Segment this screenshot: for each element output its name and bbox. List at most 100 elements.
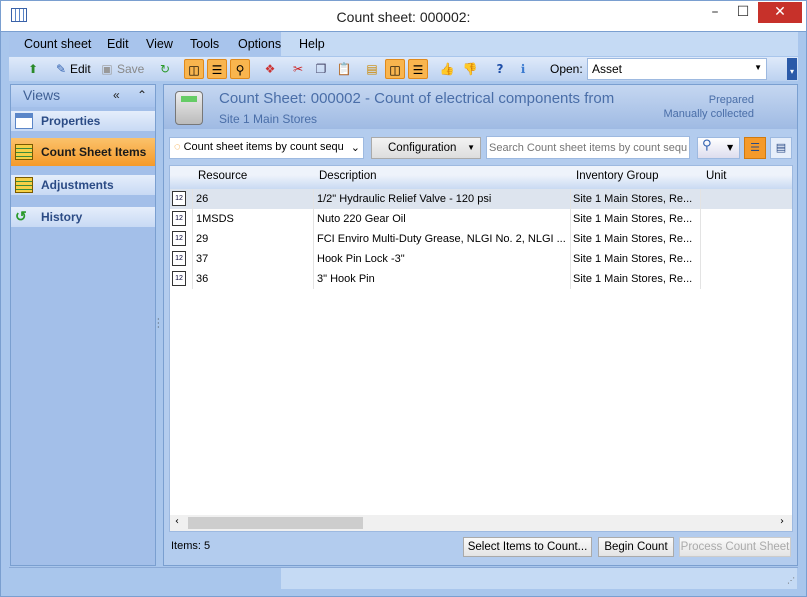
menu-help[interactable]: Help <box>299 37 325 51</box>
column-divider <box>570 189 571 209</box>
menu-edit[interactable]: Edit <box>107 37 129 51</box>
copy-icon[interactable]: ❐ <box>311 59 331 79</box>
paste-icon[interactable]: 📋 <box>334 59 354 79</box>
cell-description: 1/2" Hydraulic Relief Valve - 120 psi <box>317 193 492 205</box>
cut-icon[interactable]: ✂ <box>288 59 308 79</box>
views-item-adjustments[interactable]: Adjustments <box>11 175 155 195</box>
up-folder-icon[interactable]: ⬆ <box>23 59 43 79</box>
cell-description: Nuto 220 Gear Oil <box>317 213 406 225</box>
scroll-left-icon[interactable]: ‹ <box>175 516 179 527</box>
edit-button[interactable]: Edit <box>70 62 91 76</box>
view-select[interactable]: ◌ Count sheet items by count sequ ⌄ <box>169 137 364 159</box>
column-divider <box>700 269 701 289</box>
column-divider <box>192 229 193 249</box>
refresh-icon[interactable]: ↻ <box>155 59 175 79</box>
column-header-description[interactable]: Description <box>313 166 571 189</box>
collapse-up-icon[interactable]: ⌃ <box>137 88 147 102</box>
calculator-icon <box>175 91 203 125</box>
begin-count-button[interactable]: Begin Count <box>598 537 674 557</box>
menu-tools[interactable]: Tools <box>190 37 219 51</box>
search-button[interactable]: ⚲ ▼ <box>697 137 740 159</box>
configuration-button[interactable]: Configuration ▼ <box>371 137 481 159</box>
help-icon[interactable]: ? <box>490 59 510 79</box>
save-icon[interactable]: ▣ <box>97 59 117 79</box>
search-input[interactable] <box>486 136 690 159</box>
status-bar-panel <box>281 568 797 589</box>
main-panel: Count Sheet: 000002 - Count of electrica… <box>163 84 798 566</box>
views-item-properties[interactable]: Properties <box>11 111 155 131</box>
column-divider <box>313 249 314 269</box>
window-title: Count sheet: 000002: <box>336 9 471 25</box>
windows-icon[interactable]: ❖ <box>260 59 280 79</box>
info-icon[interactable]: ℹ <box>513 59 533 79</box>
chevron-down-icon: ▼ <box>467 143 475 152</box>
cell-inventory-group: Site 1 Main Stores, Re... <box>573 213 693 225</box>
menu-view[interactable]: View <box>146 37 173 51</box>
scrollbar-thumb[interactable] <box>188 517 363 529</box>
column-divider <box>700 189 701 209</box>
layout-columns-2-icon[interactable]: ◫ <box>385 59 405 79</box>
layout-rows-icon[interactable]: ☰ <box>207 59 227 79</box>
views-item-count-sheet-items[interactable]: Count Sheet Items <box>11 138 155 166</box>
minimize-button[interactable]: – <box>701 2 729 23</box>
chevron-down-icon: ⌄ <box>348 141 360 154</box>
horizontal-scrollbar[interactable]: ‹ › <box>170 515 792 531</box>
document-header: Count Sheet: 000002 - Count of electrica… <box>164 85 797 129</box>
status-collection: Manually collected <box>663 108 755 120</box>
table-row[interactable]: 12 36 3" Hook Pin Site 1 Main Stores, Re… <box>170 269 792 289</box>
items-count: Items: 5 <box>171 540 211 552</box>
resize-grip-icon[interactable]: ⋰ <box>787 576 795 585</box>
properties-icon <box>15 113 33 129</box>
column-divider <box>570 229 571 249</box>
table-row[interactable]: 12 37 Hook Pin Lock -3" Site 1 Main Stor… <box>170 249 792 269</box>
column-header-inventory-group[interactable]: Inventory Group <box>570 166 701 189</box>
select-items-button[interactable]: Select Items to Count... <box>463 537 592 557</box>
views-item-label: Adjustments <box>41 178 114 192</box>
column-header-resource[interactable]: Resource <box>192 166 314 189</box>
open-select[interactable]: Asset ▼ <box>587 58 767 80</box>
column-divider <box>313 269 314 289</box>
menu-options[interactable]: Options <box>238 37 281 51</box>
layout-columns-icon[interactable]: ◫ <box>184 59 204 79</box>
table-row[interactable]: 12 26 1/2" Hydraulic Relief Valve - 120 … <box>170 189 792 209</box>
views-item-label: Properties <box>41 114 101 128</box>
maximize-button[interactable]: ☐ <box>729 2 757 23</box>
cell-description: FCI Enviro Multi-Duty Grease, NLGI No. 2… <box>317 233 566 245</box>
save-button[interactable]: Save <box>117 62 144 76</box>
view-icon: ◌ <box>174 141 184 153</box>
views-item-label: Count Sheet Items <box>41 145 147 159</box>
report-icon[interactable]: ▤ <box>362 59 382 79</box>
views-title: Views <box>23 87 61 103</box>
process-count-sheet-button[interactable]: Process Count Sheet <box>679 537 791 557</box>
table-row[interactable]: 12 1MSDS Nuto 220 Gear Oil Site 1 Main S… <box>170 209 792 229</box>
row-type-icon: 12 <box>172 231 186 246</box>
table-row[interactable]: 12 29 FCI Enviro Multi-Duty Grease, NLGI… <box>170 229 792 249</box>
chevron-down-icon: ▼ <box>727 143 734 152</box>
cell-description: 3" Hook Pin <box>317 273 375 285</box>
menu-count-sheet[interactable]: Count sheet <box>24 37 91 51</box>
close-button[interactable]: ✕ <box>758 2 802 23</box>
layout-rows-2-icon[interactable]: ☰ <box>408 59 428 79</box>
thumbs-up-icon[interactable]: 👍 <box>437 59 457 79</box>
scroll-right-icon[interactable]: › <box>780 516 784 527</box>
configuration-label: Configuration <box>388 142 457 154</box>
collapse-left-icon[interactable]: « <box>113 88 120 102</box>
column-divider <box>192 269 193 289</box>
card-view-button[interactable]: ▤ <box>770 137 792 159</box>
list-view-icon: ☰ <box>750 141 760 154</box>
edit-icon[interactable]: ✎ <box>51 59 71 79</box>
splitter-handle[interactable]: · · · <box>157 316 160 332</box>
card-view-icon: ▤ <box>775 141 787 154</box>
toolbar-overflow-button[interactable]: ▾ <box>787 58 797 80</box>
column-header-unit[interactable]: Unit <box>700 166 792 189</box>
list-view-button[interactable]: ☰ <box>744 137 766 159</box>
column-divider <box>570 209 571 229</box>
views-item-history[interactable]: ↺ History <box>11 207 155 227</box>
cell-inventory-group: Site 1 Main Stores, Re... <box>573 253 693 265</box>
thumbs-down-icon[interactable]: 👎 <box>460 59 480 79</box>
find-icon[interactable]: ⚲ <box>230 59 250 79</box>
row-header-column <box>170 166 193 189</box>
cell-resource: 37 <box>196 253 209 265</box>
document-title: Count Sheet: 000002 - Count of electrica… <box>219 90 615 107</box>
row-type-icon: 12 <box>172 191 186 206</box>
